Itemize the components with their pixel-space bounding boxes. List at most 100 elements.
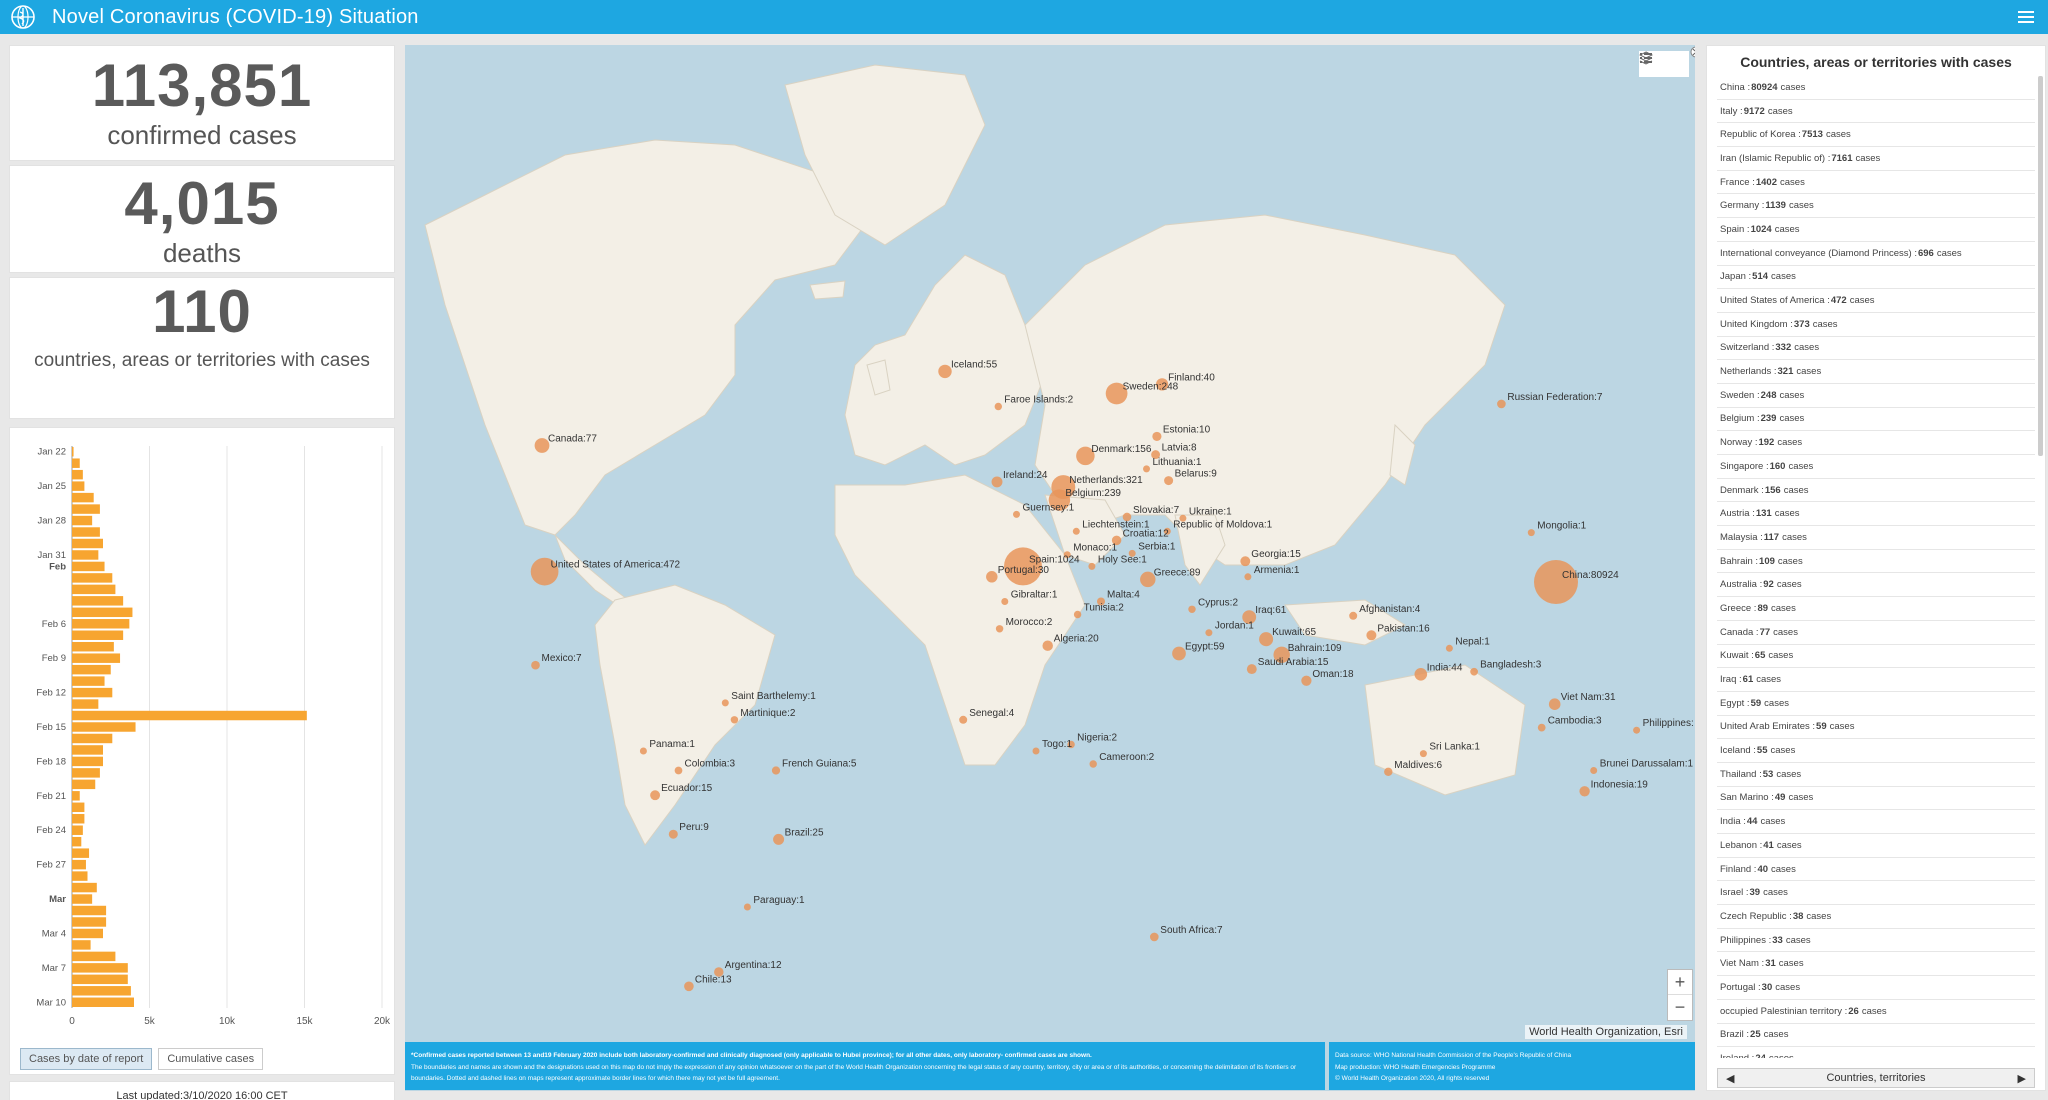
case-bubble[interactable]: [1013, 510, 1020, 518]
chart-bar[interactable]: [72, 550, 99, 560]
map-panel[interactable]: Iceland:55 Faroe Islands:2 Finland:40 Swede…: [405, 45, 1695, 1091]
country-list-item[interactable]: Norway :192 cases: [1717, 431, 2035, 455]
chart-bar[interactable]: [72, 447, 74, 457]
case-bubble[interactable]: [1042, 640, 1053, 651]
country-list-item[interactable]: Malaysia :117 cases: [1717, 526, 2035, 550]
country-list-item[interactable]: Philippines :33 cases: [1717, 929, 2035, 953]
country-list-item[interactable]: Thailand :53 cases: [1717, 763, 2035, 787]
chart-bar[interactable]: [72, 940, 91, 950]
case-bubble[interactable]: [1633, 726, 1641, 734]
layers-icon[interactable]: [1639, 51, 1689, 77]
chart-bar[interactable]: [72, 986, 131, 996]
country-list-item[interactable]: Portugal :30 cases: [1717, 976, 2035, 1000]
country-list-item[interactable]: Germany :1139 cases: [1717, 194, 2035, 219]
chart-bar[interactable]: [72, 641, 114, 652]
case-bubble[interactable]: [1384, 767, 1393, 777]
chart-bar[interactable]: [72, 492, 94, 503]
country-list-item[interactable]: Italy :9172 cases: [1717, 100, 2035, 124]
zoom-in-button[interactable]: +: [1668, 970, 1692, 995]
chart-bar[interactable]: [72, 836, 82, 847]
case-bubble[interactable]: [991, 476, 1003, 488]
country-list-item[interactable]: Greece :89 cases: [1717, 597, 2035, 621]
country-list-item[interactable]: Spain :1024 cases: [1717, 218, 2035, 242]
country-list-item[interactable]: San Marino :49 cases: [1717, 787, 2035, 811]
case-bubble[interactable]: [1072, 527, 1080, 535]
chart-bar[interactable]: [72, 619, 130, 629]
case-bubble[interactable]: [995, 625, 1004, 633]
country-list-item[interactable]: Republic of Korea :7513 cases: [1717, 123, 2035, 148]
chart-bar[interactable]: [72, 951, 116, 962]
case-bubble[interactable]: [994, 402, 1003, 411]
chart-bar[interactable]: [72, 573, 113, 583]
country-list-item[interactable]: United States of America :472 cases: [1717, 289, 2035, 313]
chart-bar[interactable]: [72, 561, 105, 572]
chart-bar[interactable]: [72, 458, 80, 468]
chart-bar[interactable]: [72, 584, 116, 595]
chart-bar[interactable]: [72, 527, 100, 537]
country-list-item[interactable]: India :44 cases: [1717, 810, 2035, 834]
chart-bar[interactable]: [72, 756, 103, 767]
case-bubble[interactable]: [1240, 556, 1251, 567]
case-bubble[interactable]: [1001, 598, 1009, 605]
chart-bar[interactable]: [72, 802, 85, 813]
case-bubble[interactable]: [1073, 610, 1082, 619]
chart-bar[interactable]: [72, 676, 105, 686]
case-bubble[interactable]: [986, 571, 998, 583]
case-bubble[interactable]: [1301, 675, 1312, 686]
case-bubble[interactable]: [1188, 605, 1196, 614]
country-list-item[interactable]: Sweden :248 cases: [1717, 384, 2035, 408]
zoom-out-button[interactable]: −: [1668, 995, 1692, 1020]
case-bubble[interactable]: [1497, 399, 1506, 409]
chart-bar[interactable]: [72, 722, 136, 732]
country-list-item[interactable]: Iceland :55 cases: [1717, 739, 2035, 763]
case-bubble[interactable]: [1088, 562, 1096, 570]
case-bubble[interactable]: [1244, 573, 1252, 581]
case-bubble[interactable]: [1548, 698, 1561, 710]
case-bubble[interactable]: [1445, 644, 1453, 652]
case-bubble[interactable]: [1205, 629, 1213, 637]
chart-bar[interactable]: [72, 596, 124, 606]
case-bubble[interactable]: [684, 981, 694, 992]
country-list-item[interactable]: United Arab Emirates :59 cases: [1717, 716, 2035, 740]
chart-bar[interactable]: [72, 768, 100, 778]
case-bubble[interactable]: [730, 716, 739, 724]
case-bubble[interactable]: [1259, 632, 1274, 647]
world-map[interactable]: Iceland:55Faroe Islands:2Finland:40Swede…: [405, 45, 1695, 1042]
fullscreen-icon[interactable]: [1690, 46, 1695, 58]
case-bubble[interactable]: [773, 833, 785, 845]
case-bubble[interactable]: [1419, 750, 1427, 758]
chart-bar[interactable]: [72, 538, 103, 549]
case-bubble[interactable]: [1246, 664, 1257, 675]
chart-bar[interactable]: [72, 963, 128, 973]
chart-bar[interactable]: [72, 733, 113, 744]
chart-bar[interactable]: [72, 607, 133, 618]
chart-bar[interactable]: [72, 779, 96, 790]
case-bubble[interactable]: [1590, 767, 1598, 774]
country-list-item[interactable]: Ireland :24cases: [1717, 1047, 2035, 1058]
chart-bar[interactable]: [72, 745, 103, 755]
chart-bar[interactable]: [72, 664, 111, 675]
case-bubble[interactable]: [1172, 646, 1186, 661]
country-list-item[interactable]: Lebanon :41 cases: [1717, 834, 2035, 858]
case-bubble[interactable]: [771, 766, 781, 775]
case-bubble[interactable]: [743, 903, 751, 911]
tab-cases-by-date[interactable]: Cases by date of report: [20, 1048, 153, 1070]
chart-bar[interactable]: [72, 917, 107, 927]
chart-bar[interactable]: [72, 859, 86, 870]
case-bubble[interactable]: [668, 829, 678, 839]
country-list-item[interactable]: International conveyance (Diamond Prince…: [1717, 242, 2035, 266]
case-bubble[interactable]: [1164, 476, 1174, 486]
country-list-item[interactable]: Austria :131 cases: [1717, 502, 2035, 527]
case-bubble[interactable]: [1149, 932, 1159, 942]
chart-bar[interactable]: [72, 710, 307, 721]
case-bubble[interactable]: [650, 790, 661, 801]
country-list-item[interactable]: Canada :77 cases: [1717, 621, 2035, 645]
chart-bar[interactable]: [72, 481, 85, 491]
chart-bar[interactable]: [72, 974, 128, 985]
country-list-item[interactable]: Switzerland :332 cases: [1717, 337, 2035, 361]
country-list-item[interactable]: Kuwait :65 cases: [1717, 645, 2035, 669]
country-list-item[interactable]: Israel :39 cases: [1717, 881, 2035, 906]
case-bubble[interactable]: [1534, 560, 1578, 604]
chart-bar[interactable]: [72, 871, 88, 881]
country-list-item[interactable]: Czech Republic :38 cases: [1717, 905, 2035, 929]
